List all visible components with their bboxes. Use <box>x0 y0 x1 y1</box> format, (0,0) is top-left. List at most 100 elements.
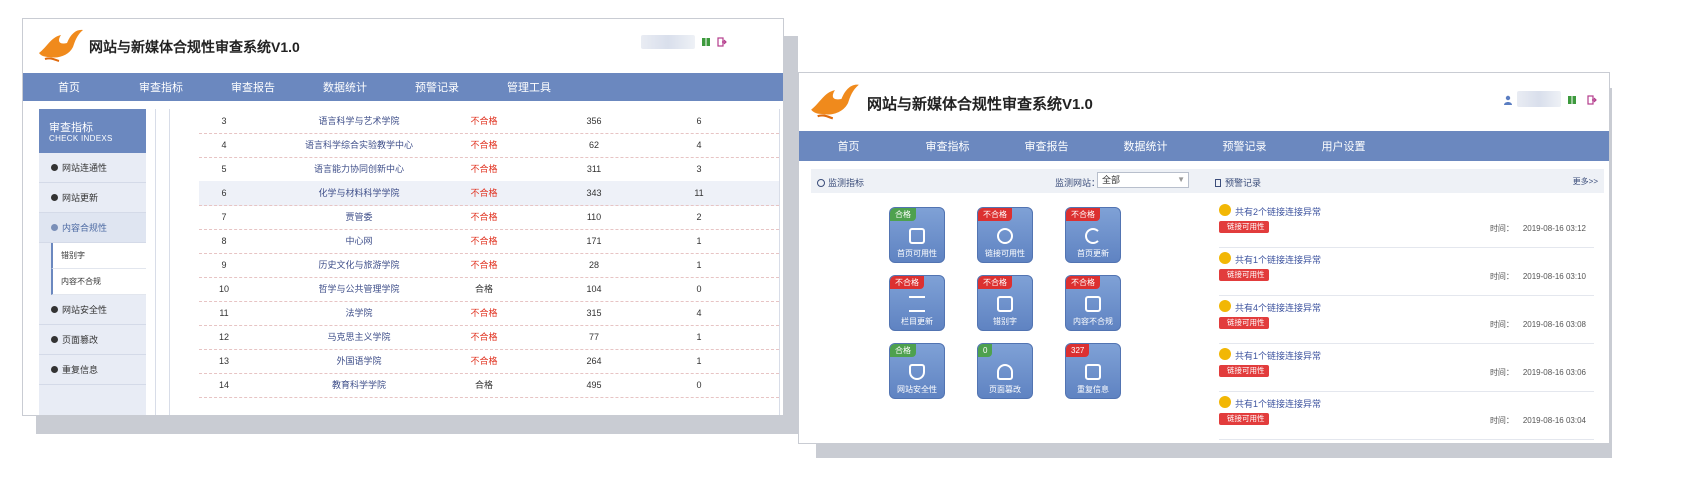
dove-logo-icon <box>39 29 83 62</box>
nav-statistics[interactable]: 数据统计 <box>299 79 391 95</box>
book-icon[interactable] <box>1567 95 1577 105</box>
dove-logo-icon <box>811 84 859 120</box>
more-link[interactable]: 更多>> <box>1573 176 1598 187</box>
sidebar-item-tamper[interactable]: 页面篡改 <box>39 325 146 355</box>
monitor-title: 监测指标 <box>828 178 865 188</box>
tile-homepage-update[interactable]: 不合格 首页更新 <box>1065 207 1121 263</box>
alert-tag: 链接可用性 <box>1219 317 1269 329</box>
app-title: 网站与新媒体合规性审查系统V1.0 <box>867 96 1093 113</box>
tile-duplicate-info[interactable]: 327 重复信息 <box>1065 343 1121 399</box>
table-row[interactable]: 8 中心网 不合格 171 1 <box>199 229 779 254</box>
refresh-icon <box>1085 228 1101 244</box>
site-select-label: 监测网站： <box>1055 178 1101 188</box>
tile-badge: 0 <box>978 344 993 357</box>
tile-column-update[interactable]: 不合格 栏目更新 <box>889 275 945 331</box>
sidebar-item-duplicate[interactable]: 重复信息 <box>39 355 146 385</box>
alert-tag: 链接可用性 <box>1219 413 1269 425</box>
grid-icon <box>909 228 925 244</box>
table-row[interactable]: 5 语言能力协同创新中心 不合格 311 3 <box>199 157 779 182</box>
left-main-nav: 首页 审查指标 审查报告 数据统计 预警记录 管理工具 <box>23 73 783 101</box>
tile-page-tamper[interactable]: 0 页面篡改 <box>977 343 1033 399</box>
tile-badge: 合格 <box>890 344 916 357</box>
table-row[interactable]: 4 语言科学综合实验教学中心 不合格 62 4 <box>199 133 779 158</box>
content-divider <box>155 109 156 415</box>
alert-item[interactable]: 共有1个链接连接异常 链接可用性 时间： 2019-08-16 03:04 <box>1219 391 1594 440</box>
nav-statistics[interactable]: 数据统计 <box>1096 138 1195 154</box>
alert-tag: 链接可用性 <box>1219 269 1269 281</box>
user-name-blurred <box>1517 91 1561 107</box>
book-icon[interactable] <box>701 37 711 47</box>
alert-item[interactable]: 共有1个链接连接异常 链接可用性 时间： 2019-08-16 03:10 <box>1219 247 1594 296</box>
tile-badge: 不合格 <box>978 276 1012 289</box>
page-icon <box>51 336 58 343</box>
chevron-down-icon: ▼ <box>1177 175 1185 184</box>
nav-check-report[interactable]: 审查报告 <box>997 138 1096 154</box>
tile-badge: 不合格 <box>1066 208 1100 221</box>
warning-dot-icon <box>1219 252 1231 264</box>
tile-badge: 不合格 <box>1066 276 1100 289</box>
right-header: 网站与新媒体合规性审查系统V1.0 <box>799 73 1609 131</box>
tile-noncompliant-content[interactable]: 不合格 内容不合规 <box>1065 275 1121 331</box>
table-row[interactable]: 9 历史文化与旅游学院 不合格 28 1 <box>199 253 779 278</box>
warning-dot-icon <box>1219 300 1231 312</box>
monitor-panel: 监测指标 监测网站： 全部 ▼ 合格 首页可用性 不合格 链接可用性 不合格 首页更新 … <box>811 169 1209 441</box>
sidebar-item-update[interactable]: 网站更新 <box>39 183 146 213</box>
right-main-nav: 首页 审查指标 审查报告 数据统计 预警记录 用户设置 <box>799 131 1609 161</box>
left-header: 网站与新媒体合规性审查系统V1.0 <box>23 19 783 73</box>
shield-icon <box>51 224 58 231</box>
alert-tag: 链接可用性 <box>1219 221 1269 233</box>
sidebar-header: 审查指标 CHECK INDEXS <box>39 109 146 153</box>
nav-check-indexes[interactable]: 审查指标 <box>115 79 207 95</box>
logout-icon[interactable] <box>1587 95 1597 105</box>
edit-doc-icon <box>1085 296 1101 312</box>
link-icon <box>997 228 1013 244</box>
link-icon <box>51 164 58 171</box>
nav-warning-records[interactable]: 预警记录 <box>1195 138 1294 154</box>
sidebar-subitem-typos[interactable]: 错别字 <box>51 243 146 269</box>
tile-typos[interactable]: 不合格 错别字 <box>977 275 1033 331</box>
duplicate-icon <box>51 366 58 373</box>
nav-admin-tools[interactable]: 管理工具 <box>483 79 575 95</box>
user-icon <box>1504 95 1512 105</box>
table-row[interactable]: 14 教育科学学院 合格 495 0 <box>199 373 779 398</box>
alert-item[interactable]: 共有2个链接连接异常 链接可用性 时间： 2019-08-16 03:12 <box>1219 199 1594 248</box>
table-row[interactable]: 11 法学院 不合格 315 4 <box>199 301 779 326</box>
tile-badge: 不合格 <box>978 208 1012 221</box>
content-divider <box>169 109 170 415</box>
nav-home[interactable]: 首页 <box>799 138 898 154</box>
shield-check-icon <box>51 306 58 313</box>
table-row[interactable]: 6 化学与材料科学学院 不合格 343 11 <box>199 181 779 206</box>
nav-home[interactable]: 首页 <box>23 79 115 95</box>
nav-warning-records[interactable]: 预警记录 <box>391 79 483 95</box>
sidebar-item-security[interactable]: 网站安全性 <box>39 295 146 325</box>
sidebar-item-connectivity[interactable]: 网站连通性 <box>39 153 146 183</box>
warning-dot-icon <box>1219 396 1231 408</box>
alert-title: 预警记录 <box>1225 178 1262 188</box>
table-row[interactable]: 3 语言科学与艺术学院 不合格 356 6 <box>199 109 779 134</box>
sidebar-header-subtitle: CHECK INDEXS <box>49 134 113 143</box>
logout-icon[interactable] <box>717 37 727 47</box>
tile-badge: 不合格 <box>890 276 924 289</box>
nav-check-indexes[interactable]: 审查指标 <box>898 138 997 154</box>
alert-item[interactable]: 共有1个链接连接异常 链接可用性 时间： 2019-08-16 03:06 <box>1219 343 1594 392</box>
table-row[interactable]: 7 贾管委 不合格 110 2 <box>199 205 779 230</box>
table-row[interactable]: 13 外国语学院 不合格 264 1 <box>199 349 779 374</box>
tile-homepage-availability[interactable]: 合格 首页可用性 <box>889 207 945 263</box>
tile-site-security[interactable]: 合格 网站安全性 <box>889 343 945 399</box>
alert-item[interactable]: 共有4个链接连接异常 链接可用性 时间： 2019-08-16 03:08 <box>1219 295 1594 344</box>
right-window: 网站与新媒体合规性审查系统V1.0 首页 审查指标 审查报告 数据统计 预警记录… <box>798 72 1610 444</box>
tile-link-availability[interactable]: 不合格 链接可用性 <box>977 207 1033 263</box>
sidebar-subitem-noncompliant[interactable]: 内容不合规 <box>51 269 146 295</box>
alert-panel-header: 预警记录 更多>> <box>1209 169 1604 193</box>
left-window: 网站与新媒体合规性审查系统V1.0 首页 审查指标 审查报告 数据统计 预警记录… <box>22 18 784 416</box>
site-select[interactable]: 全部 ▼ <box>1097 172 1189 188</box>
warning-dot-icon <box>1219 204 1231 216</box>
table-row[interactable]: 12 马克思主义学院 不合格 77 1 <box>199 325 779 350</box>
left-sidebar: 审查指标 CHECK INDEXS 网站连通性 网站更新 内容合规性 错别字 内… <box>39 109 146 415</box>
tile-badge: 327 <box>1066 344 1090 357</box>
table-row[interactable]: 10 哲学与公共管理学院 合格 104 0 <box>199 277 779 302</box>
nav-user-settings[interactable]: 用户设置 <box>1294 138 1393 154</box>
nav-check-report[interactable]: 审查报告 <box>207 79 299 95</box>
sidebar-item-compliance[interactable]: 内容合规性 <box>39 213 146 243</box>
table-right-border <box>779 109 780 415</box>
